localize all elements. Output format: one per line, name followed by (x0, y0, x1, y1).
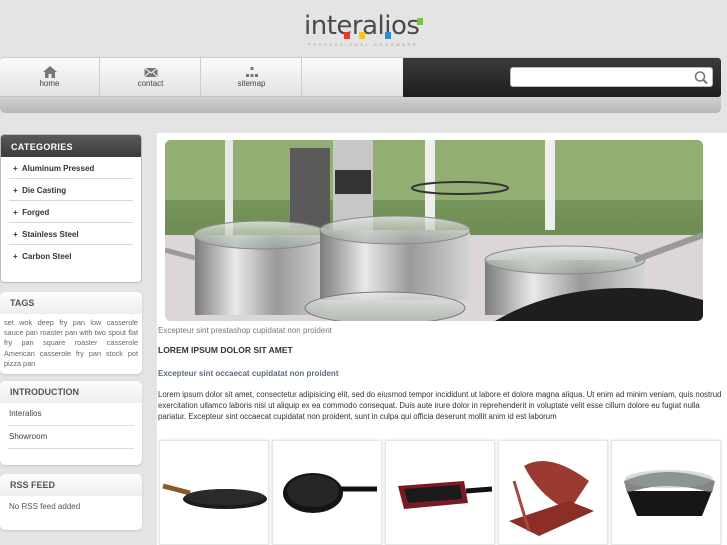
tags-title: TAGS (0, 292, 142, 314)
rss-title: RSS FEED (0, 474, 142, 496)
product-double-pan[interactable] (498, 440, 608, 545)
tag-cloud[interactable]: set wok deep fry pan low casserole sauce… (0, 314, 142, 369)
nav-contact[interactable]: contact (101, 58, 201, 97)
hero-caption: Excepteur sint prestashop cupidatat non … (158, 326, 332, 335)
product-grill-pan[interactable] (385, 440, 495, 545)
hero-image (165, 140, 703, 321)
category-label: Forged (22, 208, 50, 217)
page-heading: LOREM IPSUM DOLOR SIT AMET (158, 345, 293, 355)
category-bullet: + (13, 186, 18, 195)
sitemap-icon (245, 67, 258, 77)
search-area (403, 58, 721, 97)
logo-square-red (344, 32, 350, 39)
category-item[interactable]: + Die Casting (9, 179, 133, 201)
product-flat-pan[interactable] (159, 440, 269, 545)
magnifier-icon[interactable] (693, 70, 709, 85)
flat-pan-image (162, 483, 267, 509)
envelope-icon (143, 67, 158, 78)
search-box (510, 67, 713, 87)
category-label: Die Casting (22, 186, 67, 195)
site-logo[interactable]: interalios PROFESSIONAL COOKWARE (300, 8, 430, 47)
product-roaster[interactable] (611, 440, 721, 545)
nav-sub-bar (0, 97, 721, 113)
page-subheading: Excepteur sint occaecat cupidatat non pr… (158, 369, 339, 378)
category-item[interactable]: + Aluminum Pressed (9, 157, 133, 179)
nav-contact-label: contact (137, 79, 164, 88)
rss-box: RSS FEED No RSS feed added (0, 474, 142, 530)
introduction-title: INTRODUCTION (0, 381, 142, 403)
nav-home-label: home (39, 79, 60, 88)
categories-list: + Aluminum Pressed + Die Casting + Forge… (1, 157, 141, 267)
intro-paragraph: Lorem ipsum dolor sit amet, consectetur … (158, 390, 722, 421)
category-label: Stainless Steel (22, 230, 79, 239)
category-bullet: + (13, 252, 18, 261)
introduction-link-interalios[interactable]: Interalios (8, 403, 134, 426)
cookware-photo (165, 140, 703, 321)
category-label: Carbon Steel (22, 252, 72, 261)
nav-empty-slot (303, 58, 403, 97)
home-icon (42, 66, 57, 78)
category-item[interactable]: + Stainless Steel (9, 223, 133, 245)
nav-sitemap[interactable]: sitemap (202, 58, 302, 97)
category-bullet: + (13, 230, 18, 239)
grill-pan-image (398, 481, 493, 509)
nav-home[interactable]: home (0, 58, 100, 97)
categories-title: CATEGORIES (1, 135, 141, 157)
product-fry-pan[interactable] (272, 440, 382, 545)
category-bullet: + (13, 208, 18, 217)
logo-tagline: PROFESSIONAL COOKWARE (308, 42, 419, 47)
main-navigation: home contact sitemap (0, 57, 721, 97)
tags-box: TAGS set wok deep fry pan low casserole … (0, 292, 142, 374)
double-pan-image (509, 461, 594, 536)
category-label: Aluminum Pressed (21, 164, 95, 173)
main-content: Excepteur sint prestashop cupidatat non … (157, 133, 727, 545)
search-input[interactable] (515, 70, 685, 85)
categories-box: CATEGORIES + Aluminum Pressed + Die Cast… (0, 134, 142, 283)
logo-square-blue (385, 32, 391, 39)
logo-square-yellow (359, 32, 365, 39)
fry-pan-image (283, 473, 377, 513)
product-strip (158, 440, 727, 545)
introduction-link-showroom[interactable]: Showroom (8, 426, 134, 449)
roaster-image (624, 470, 715, 516)
category-item[interactable]: + Carbon Steel (9, 245, 133, 267)
category-bullet: + (13, 164, 18, 173)
introduction-box: INTRODUCTION Interalios Showroom (0, 381, 142, 465)
nav-sitemap-label: sitemap (237, 79, 266, 88)
logo-square-green (417, 18, 423, 25)
category-item[interactable]: + Forged (9, 201, 133, 223)
rss-message: No RSS feed added (9, 502, 81, 511)
